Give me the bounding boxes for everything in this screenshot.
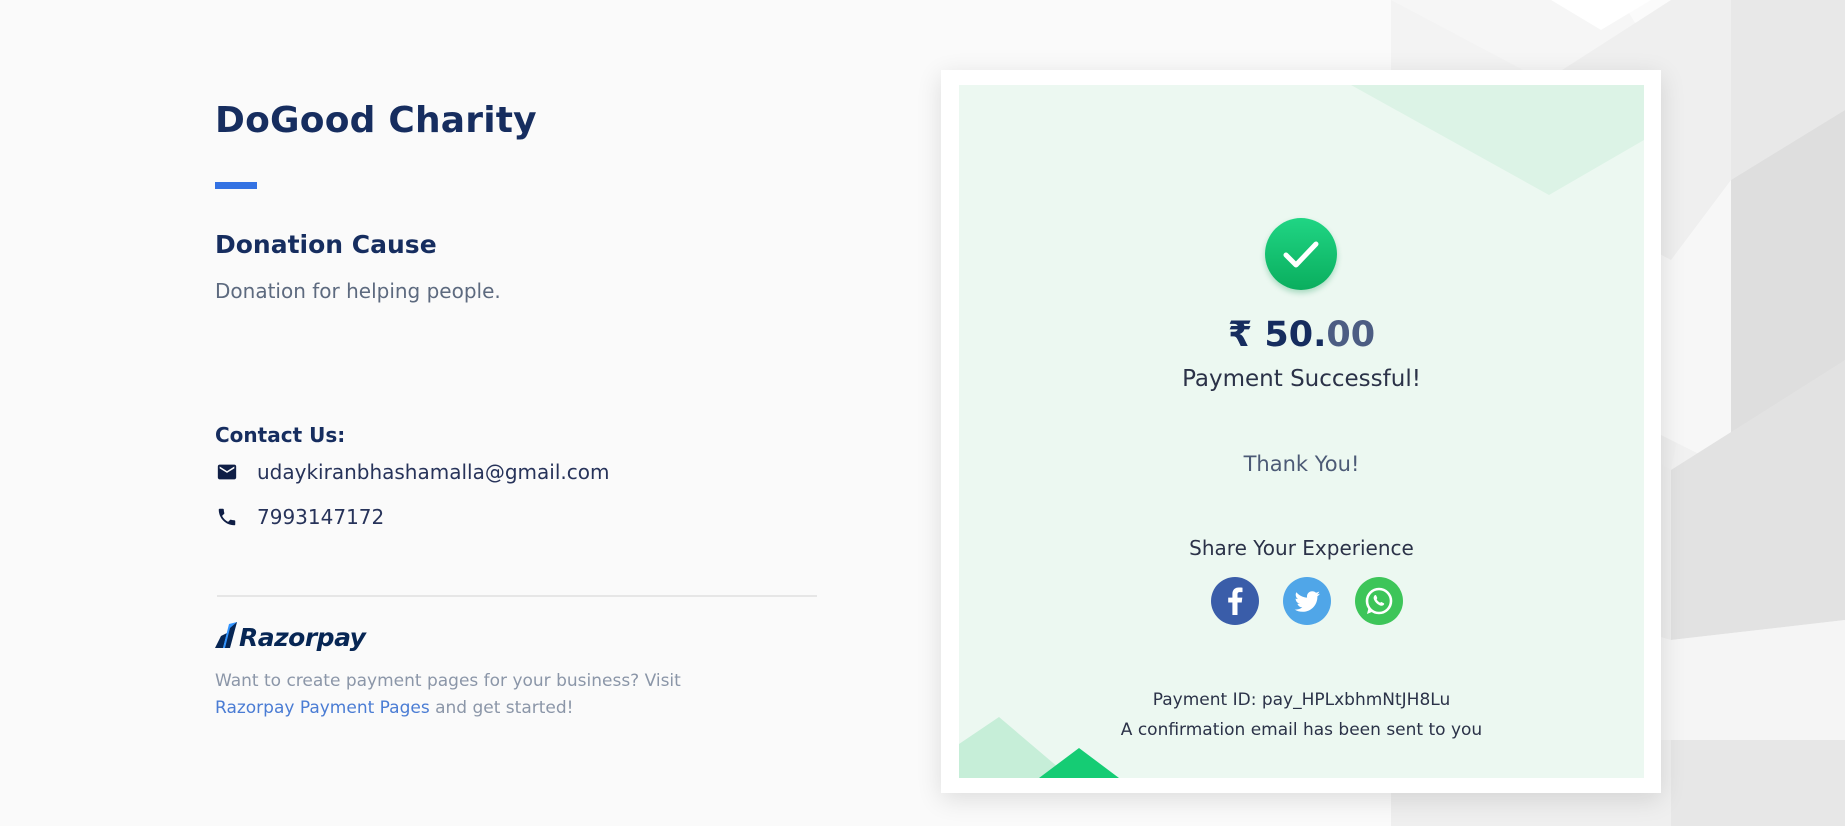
amount-decimal: 00 — [1326, 315, 1376, 355]
merchant-name: DoGood Charity — [215, 100, 537, 141]
card-decoration — [959, 85, 1644, 778]
razorpay-wordmark: Razorpay — [239, 622, 366, 652]
payment-receipt-card: ₹ 50.00 Payment Successful! Thank You! S… — [941, 70, 1661, 793]
contact-phone[interactable]: 7993147172 — [257, 505, 384, 529]
promo-text: Want to create payment pages for your bu… — [215, 668, 735, 722]
confirmation-message: A confirmation email has been sent to yo… — [1120, 720, 1483, 740]
amount-whole: ₹ 50. — [1227, 315, 1327, 355]
contact-email[interactable]: udaykiranbhashamalla@gmail.com — [257, 460, 609, 484]
razorpay-logo[interactable]: Razorpay — [215, 620, 366, 654]
twitter-share-button[interactable] — [1283, 577, 1331, 625]
payment-amount: ₹ 50.00 — [959, 315, 1644, 355]
contact-title: Contact Us: — [215, 423, 346, 447]
receipt-body: ₹ 50.00 Payment Successful! Thank You! S… — [959, 85, 1644, 778]
promo-prefix: Want to create payment pages for your bu… — [215, 671, 681, 691]
success-check-icon — [1265, 218, 1337, 290]
section-divider — [217, 595, 817, 597]
facebook-share-button[interactable] — [1211, 577, 1259, 625]
facebook-icon — [1228, 587, 1243, 615]
accent-divider — [215, 182, 257, 189]
merchant-panel: DoGood Charity Donation Cause Donation f… — [215, 0, 835, 826]
whatsapp-share-button[interactable] — [1355, 577, 1403, 625]
promo-suffix: and get started! — [429, 698, 574, 718]
cause-description: Donation for helping people. — [215, 279, 501, 303]
cause-title: Donation Cause — [215, 230, 437, 259]
contact-email-row[interactable]: udaykiranbhashamalla@gmail.com — [215, 458, 609, 486]
share-title: Share Your Experience — [1189, 536, 1414, 560]
contact-phone-row[interactable]: 7993147172 — [215, 503, 384, 531]
whatsapp-icon — [1365, 587, 1393, 615]
razorpay-payment-pages-link[interactable]: Razorpay Payment Pages — [215, 698, 430, 718]
thank-you-text: Thank You! — [1243, 452, 1360, 476]
payment-id: Payment ID: pay_HPLxbhmNtJH8Lu — [1152, 690, 1451, 710]
mail-icon — [215, 460, 239, 484]
payment-status: Payment Successful! — [1182, 366, 1421, 392]
phone-icon — [215, 505, 239, 529]
razorpay-logo-icon — [215, 622, 237, 652]
twitter-icon — [1294, 591, 1320, 612]
